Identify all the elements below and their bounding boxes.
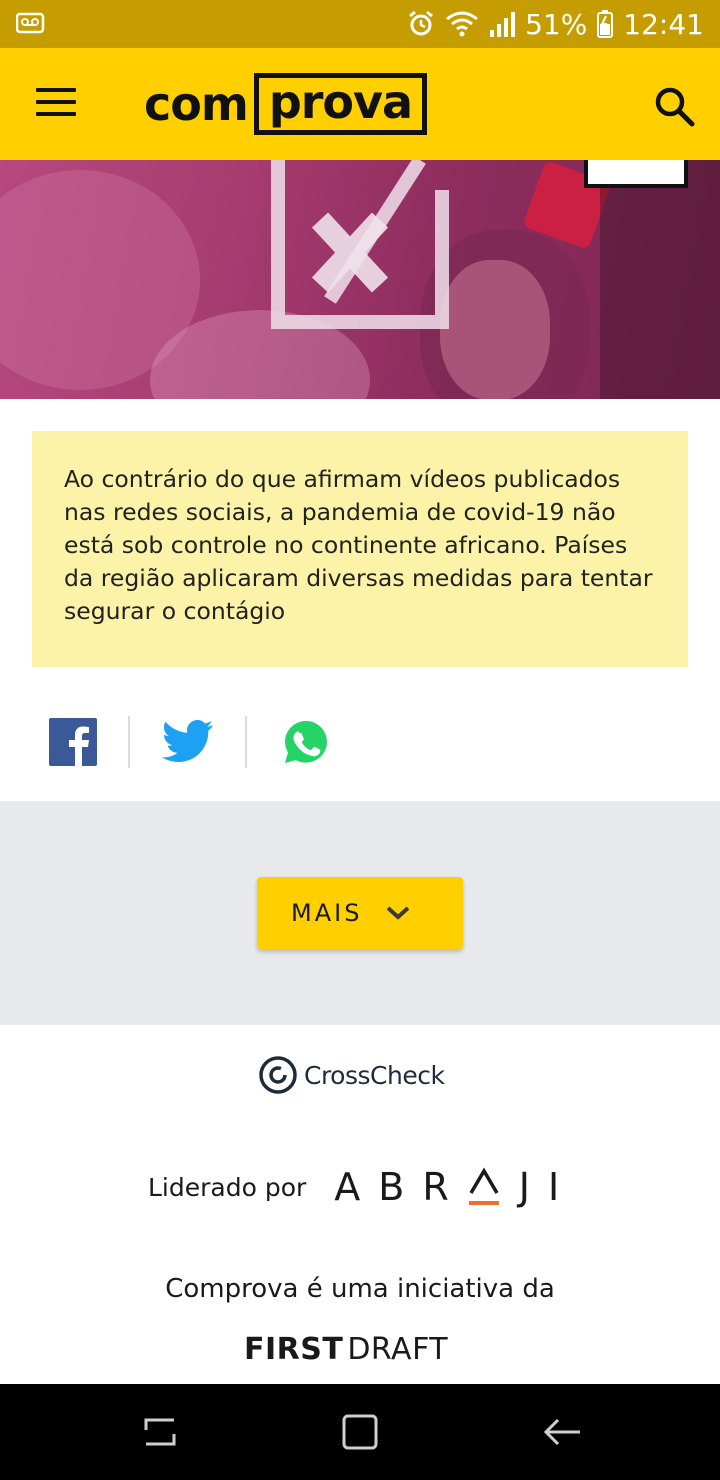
facebook-share-button[interactable] (46, 712, 100, 772)
facebook-icon (49, 718, 97, 766)
home-icon[interactable] (338, 1412, 382, 1452)
menu-icon[interactable] (36, 88, 76, 120)
abraji-letter: A (334, 1165, 361, 1209)
battery-icon (597, 10, 614, 38)
back-icon[interactable] (540, 1412, 584, 1452)
battery-percent: 51% (525, 7, 588, 41)
abraji-letter: J (518, 1165, 530, 1209)
more-section: MAIS (0, 801, 720, 1025)
whatsapp-icon (285, 721, 327, 763)
twitter-share-button[interactable] (160, 712, 216, 772)
led-by-row: Liderado por A B R J I (148, 1160, 559, 1214)
signal-icon (490, 12, 516, 37)
app-header: com prova (0, 48, 720, 160)
navigation-bar (0, 1384, 720, 1480)
label-box (584, 160, 688, 188)
status-bar: 51% 12:41 (0, 0, 720, 48)
abraji-letter: I (547, 1165, 560, 1209)
more-button[interactable]: MAIS (257, 877, 463, 949)
led-by-text: Liderado por (148, 1172, 307, 1202)
crosscheck-logo[interactable]: CrossCheck (258, 1052, 445, 1098)
wifi-icon (446, 11, 478, 37)
search-icon[interactable] (652, 84, 696, 128)
crosscheck-text: CrossCheck (304, 1060, 445, 1090)
status-icons: 51% 12:41 (407, 6, 704, 42)
logo-prova: prova (268, 75, 413, 129)
clock: 12:41 (623, 7, 704, 41)
logo-com: com (144, 77, 249, 131)
summary-box: Ao contrário do que afirmam vídeos publi… (32, 431, 688, 667)
summary-text: Ao contrário do que afirmam vídeos publi… (64, 465, 653, 625)
firstdraft-first: FIRST (244, 1332, 344, 1367)
logo-prova-box: prova (253, 73, 428, 135)
alarm-icon (409, 10, 433, 36)
initiative-text: Comprova é uma iniciativa da (165, 1274, 555, 1304)
firstdraft-logo[interactable]: FIRST DRAFT (244, 1332, 448, 1372)
checkbox-x-icon (271, 160, 449, 329)
recent-apps-icon[interactable] (138, 1412, 182, 1452)
firstdraft-draft: DRAFT (347, 1332, 449, 1367)
abraji-letter: R (422, 1165, 449, 1209)
chevron-down-icon (387, 906, 410, 920)
abraji-a-mark (468, 1167, 499, 1205)
comprova-logo[interactable]: com prova (144, 72, 428, 136)
twitter-icon (162, 720, 213, 762)
voicemail-icon (16, 12, 45, 34)
share-bar (0, 712, 720, 772)
more-button-label: MAIS (291, 899, 363, 927)
abraji-logo[interactable]: A B R J I (334, 1165, 559, 1209)
abraji-letter: B (378, 1165, 405, 1209)
whatsapp-share-button[interactable] (280, 712, 332, 772)
hero-image (0, 160, 720, 399)
crosscheck-icon (259, 1056, 297, 1094)
